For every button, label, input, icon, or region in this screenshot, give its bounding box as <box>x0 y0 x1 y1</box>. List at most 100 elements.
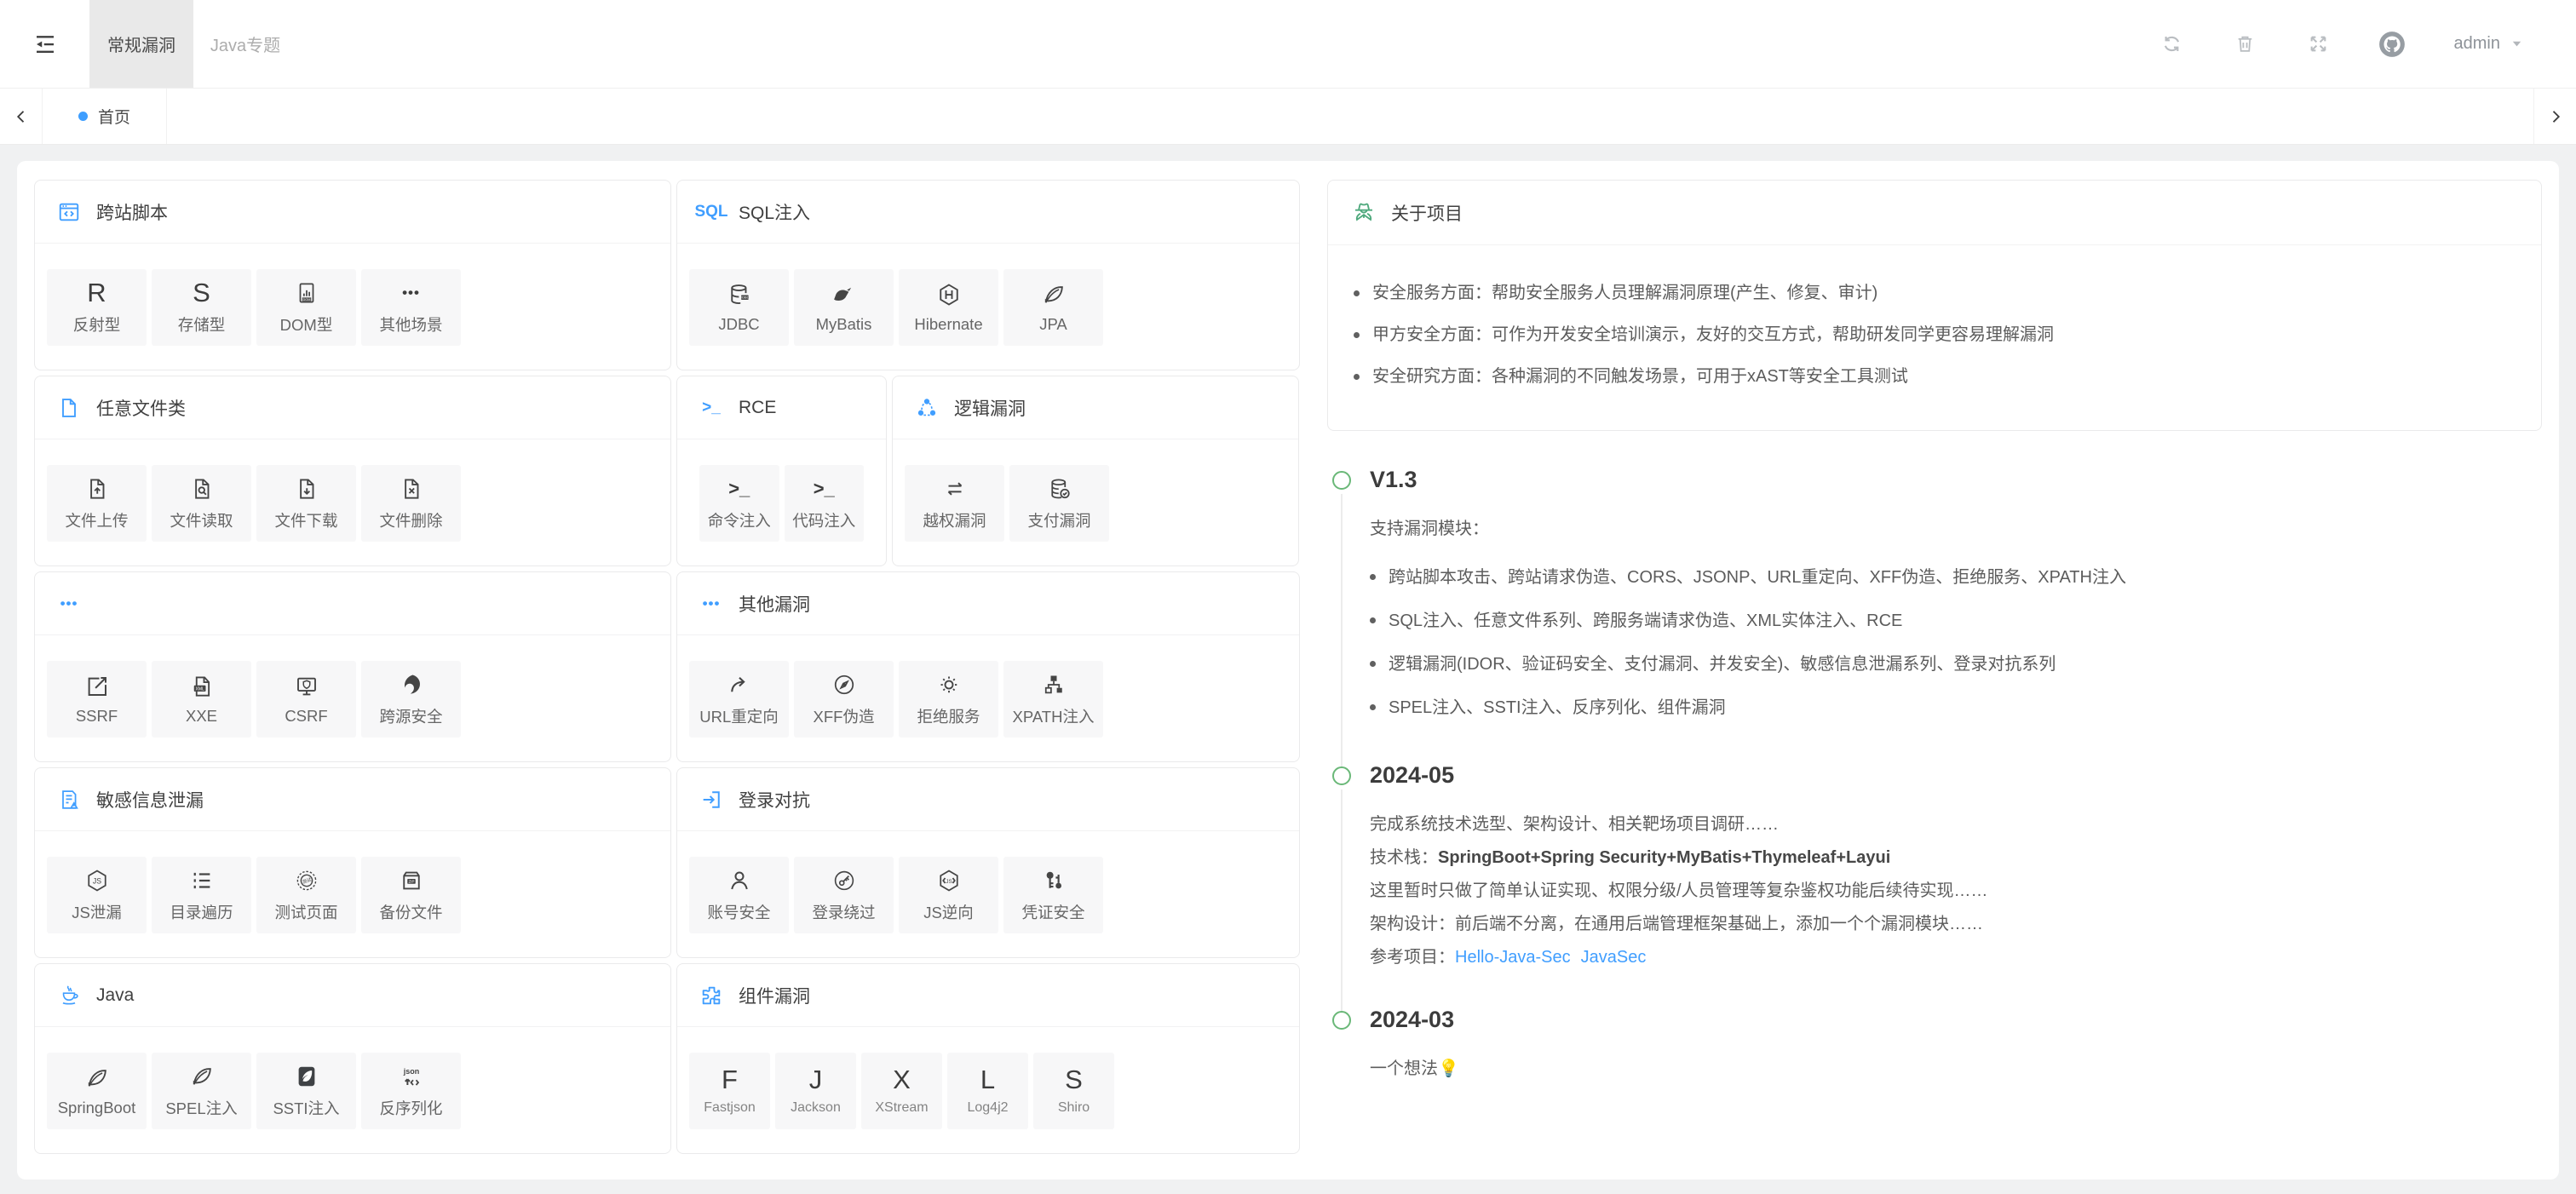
card-header: 任意文件类 <box>35 376 670 439</box>
stamp-icon: 测试 <box>294 868 319 893</box>
vuln-tile[interactable]: JDBC JDBC <box>689 269 789 346</box>
vuln-tile[interactable]: 文件上传 <box>47 465 147 542</box>
user-menu[interactable]: admin <box>2454 34 2523 54</box>
letter-f-icon: F <box>717 1067 743 1093</box>
page-tabbar: 首页 <box>0 89 2576 145</box>
vuln-tile[interactable]: XFF伪造 <box>794 661 894 738</box>
about-bullet-list: 安全服务方面：帮助安全服务人员理解漏洞原理(产生、修复、审计)甲方安全方面：可作… <box>1328 245 2541 430</box>
vuln-tile[interactable]: 跨源安全 <box>361 661 461 738</box>
vuln-tile[interactable]: SpringBoot <box>47 1053 147 1129</box>
vuln-tile[interactable]: CSRF <box>256 661 356 738</box>
nav-tab[interactable]: 常规漏洞 <box>89 0 193 88</box>
vuln-tile[interactable]: F Fastjson <box>689 1053 770 1129</box>
vuln-tile[interactable]: X XStream <box>861 1053 942 1129</box>
about-header: 关于项目 <box>1328 181 2541 245</box>
card-title: 组件漏洞 <box>739 983 810 1008</box>
vuln-tile[interactable]: 支付漏洞 <box>1009 465 1109 542</box>
tabs-scroll-left[interactable] <box>0 89 43 144</box>
nav-action-button[interactable] <box>2136 33 2209 55</box>
card-header: >_ RCE <box>677 376 886 439</box>
page-tab-home[interactable]: 首页 <box>43 89 167 144</box>
tile-label: JS逆向 <box>923 901 974 923</box>
vuln-card: SQL SQL注入 JDBC JDBC MyBatis <box>676 180 1300 370</box>
vuln-tile[interactable]: XML XXE <box>152 661 251 738</box>
menu-toggle-button[interactable] <box>0 0 89 88</box>
card-header: 组件漏洞 <box>677 964 1299 1027</box>
vuln-tile[interactable]: 登录绕过 <box>794 857 894 933</box>
vuln-tile[interactable]: J Jackson <box>775 1053 856 1129</box>
link-hello-java-sec[interactable]: Hello-Java-Sec <box>1455 948 1571 967</box>
vuln-tile[interactable]: >_ 代码注入 <box>785 465 865 542</box>
login-arrow-icon <box>699 788 723 812</box>
vuln-tile[interactable]: 文件下载 <box>256 465 356 542</box>
file-search-icon <box>189 476 215 502</box>
vuln-tile[interactable]: 文件读取 <box>152 465 251 542</box>
vuln-tile[interactable]: MyBatis <box>794 269 894 346</box>
ext-link-icon <box>84 674 110 699</box>
link-javasec[interactable]: JavaSec <box>1581 948 1647 967</box>
sql-word-icon: SQL <box>699 200 723 224</box>
compass-icon <box>831 672 857 697</box>
vuln-tile[interactable]: S Shiro <box>1033 1053 1114 1129</box>
vuln-tile[interactable]: S 存储型 <box>152 269 251 346</box>
right-panel: 关于项目 安全服务方面：帮助安全服务人员理解漏洞原理(产生、修复、审计)甲方安全… <box>1327 180 2542 1161</box>
vuln-tile[interactable]: XPATH注入 <box>1003 661 1103 738</box>
nav-tab[interactable]: Java专题 <box>193 0 297 88</box>
vuln-card: ••• 其他漏洞 URL重定向 XFF伪造 <box>676 571 1300 762</box>
vuln-tile[interactable]: DOM DOM型 <box>256 269 356 346</box>
card-header: ••• 其他漏洞 <box>677 572 1299 635</box>
vuln-tile[interactable]: SSTI注入 <box>256 1053 356 1129</box>
hex-h-icon <box>936 282 962 307</box>
timeline-bullet-list: 跨站脚本攻击、跨站请求伪造、CORS、JSONP、URL重定向、XFF伪造、拒绝… <box>1370 556 2542 730</box>
vuln-tile[interactable]: 文件删除 <box>361 465 461 542</box>
vuln-tile[interactable]: R 反射型 <box>47 269 147 346</box>
vuln-tile[interactable]: ZIP 备份文件 <box>361 857 461 933</box>
timeline-bullet: 跨站脚本攻击、跨站请求伪造、CORS、JSONP、URL重定向、XFF伪造、拒绝… <box>1370 556 2542 600</box>
tile-label: XPATH注入 <box>1013 705 1095 727</box>
chev-left-icon <box>13 108 30 125</box>
tile-row: JDBC JDBC MyBatis Hibernate <box>677 244 1299 346</box>
card-title: SQL注入 <box>739 199 810 225</box>
vuln-tile[interactable]: 越权漏洞 <box>905 465 1004 542</box>
vuln-tile[interactable]: json 反序列化 <box>361 1053 461 1129</box>
vuln-tile[interactable]: 拒绝服务 <box>899 661 998 738</box>
vuln-tile[interactable]: ••• 其他场景 <box>361 269 461 346</box>
vuln-tile[interactable]: 目录遍历 <box>152 857 251 933</box>
timeline-content: 支持漏洞模块： 跨站脚本攻击、跨站请求伪造、CORS、JSONP、URL重定向、… <box>1370 513 2542 730</box>
tile-label: URL重定向 <box>699 705 779 727</box>
vuln-tile[interactable]: L Log4j2 <box>947 1053 1028 1129</box>
vuln-tile[interactable]: SPEL注入 <box>152 1053 251 1129</box>
vuln-tile[interactable]: URL重定向 <box>689 661 789 738</box>
vuln-tile[interactable]: JS JS泄漏 <box>47 857 147 933</box>
dots-icon: ••• <box>699 592 723 616</box>
keys-icon <box>1041 868 1067 893</box>
card-header: 跨站脚本 <box>35 181 670 244</box>
vuln-tile[interactable]: 测试 测试页面 <box>256 857 356 933</box>
nav-action-button[interactable] <box>2209 33 2282 55</box>
nav-action-button[interactable] <box>2355 30 2429 59</box>
code-window-icon <box>57 200 81 224</box>
nav-action-button[interactable] <box>2282 33 2355 55</box>
vuln-tile[interactable]: JPA <box>1003 269 1103 346</box>
svg-text:ZIP: ZIP <box>408 879 414 883</box>
vuln-column-1: 跨站脚本 R 反射型 S 存储型 DOM <box>34 180 671 1161</box>
file-blank-icon <box>57 396 81 420</box>
vulnerability-grid: 跨站脚本 R 反射型 S 存储型 DOM <box>34 180 1300 1161</box>
timeline-line-tech-stack: 技术栈：SpringBoot+Spring Security+MyBatis+T… <box>1370 841 2542 875</box>
vuln-tile[interactable]: >_ 命令注入 <box>699 465 779 542</box>
vuln-tile[interactable]: Hibernate <box>899 269 998 346</box>
vuln-tile[interactable]: SSRF <box>47 661 147 738</box>
leaf-icon <box>189 1064 215 1089</box>
vuln-tile[interactable]: 账号安全 <box>689 857 789 933</box>
tile-label: XStream <box>875 1100 928 1116</box>
vuln-card: 敏感信息泄漏 JS JS泄漏 目录遍历 测 <box>34 767 671 958</box>
tile-label: MyBatis <box>816 315 872 334</box>
tile-label: 登录绕过 <box>812 901 875 923</box>
about-bullet: 安全研究方面：各种漏洞的不同触发场景，可用于xAST等安全工具测试 <box>1354 356 2516 398</box>
vuln-tile[interactable]: 凭证安全 <box>1003 857 1103 933</box>
tabs-scroll-right[interactable] <box>2533 89 2576 144</box>
vuln-tile[interactable]: JS JS逆向 <box>899 857 998 933</box>
vuln-card: 组件漏洞 F Fastjson J Jackson <box>676 963 1300 1154</box>
terminal-icon: >_ <box>727 476 752 502</box>
letter-s-icon: S <box>1061 1067 1087 1093</box>
